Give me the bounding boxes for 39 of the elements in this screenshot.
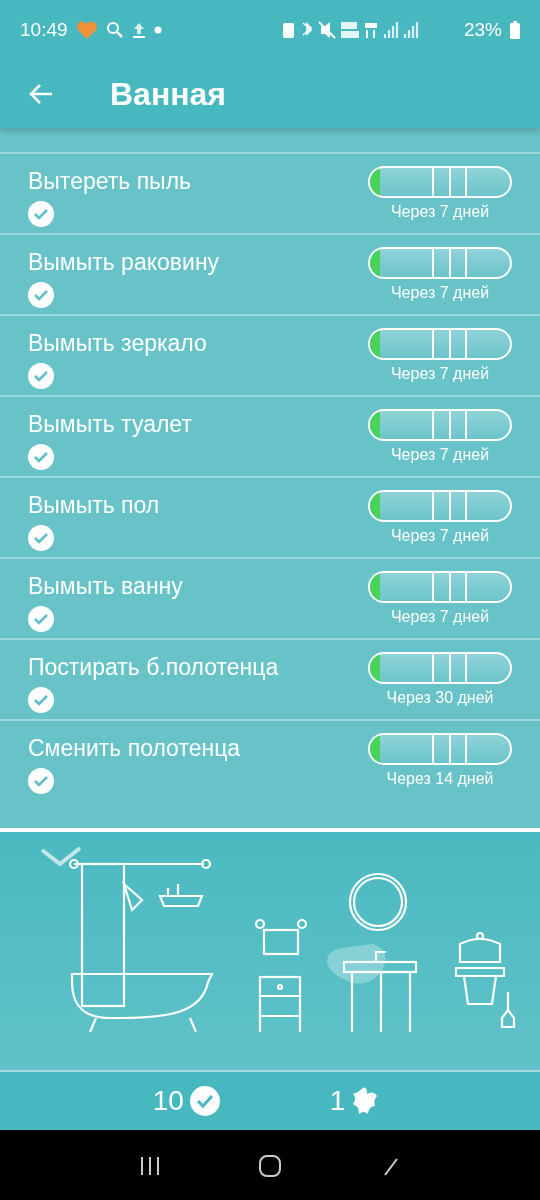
task-name: Вымыть пол (28, 492, 160, 519)
check-circle-icon[interactable] (28, 444, 54, 470)
due-label: Через 14 дней (386, 770, 494, 788)
due-label: Через 7 дней (390, 203, 490, 221)
splat-icon (351, 1086, 380, 1116)
due-label: Через 7 дней (390, 284, 490, 302)
check-circle-icon[interactable] (28, 525, 54, 551)
task-name: Сменить полотенца (28, 735, 241, 762)
task-name: Вымыть зеркало (28, 330, 207, 357)
task-name: Вытереть пыль (28, 168, 192, 195)
check-circle-icon[interactable] (28, 282, 54, 308)
home-icon[interactable] (258, 1154, 282, 1178)
battery-percent: 23% (463, 19, 502, 41)
heart-icon (75, 20, 98, 40)
due-label: Через 7 дней (390, 365, 490, 383)
check-circle-icon[interactable] (28, 687, 54, 713)
clock: 10:49 (20, 19, 68, 41)
dot-icon (153, 26, 162, 34)
due-label: Через 7 дней (390, 446, 490, 464)
check-circle-icon[interactable] (28, 606, 54, 632)
due-label: Через 7 дней (390, 527, 490, 545)
dirty-count: 1 (329, 1085, 346, 1117)
task-name: Вымыть ванну (28, 573, 183, 600)
due-label: Через 7 дней (390, 608, 490, 626)
task-name: Вымыть туалет (28, 411, 192, 438)
task-name: Вымыть раковину (28, 249, 220, 276)
back-icon[interactable] (28, 83, 54, 105)
screen-title: Ванная (110, 75, 227, 113)
done-count: 10 (152, 1085, 184, 1117)
task-name: Постирать б.полотенца (28, 654, 279, 681)
check-circle-icon[interactable] (28, 768, 54, 794)
due-label: Через 30 дней (386, 689, 494, 707)
search-icon (105, 21, 124, 39)
battery-icon (510, 21, 520, 39)
check-circle-icon[interactable] (28, 363, 54, 389)
check-circle-icon[interactable] (28, 201, 54, 227)
recent-apps-icon[interactable] (138, 1155, 161, 1177)
check-circle-icon (189, 1086, 220, 1116)
upload-icon (131, 21, 146, 39)
